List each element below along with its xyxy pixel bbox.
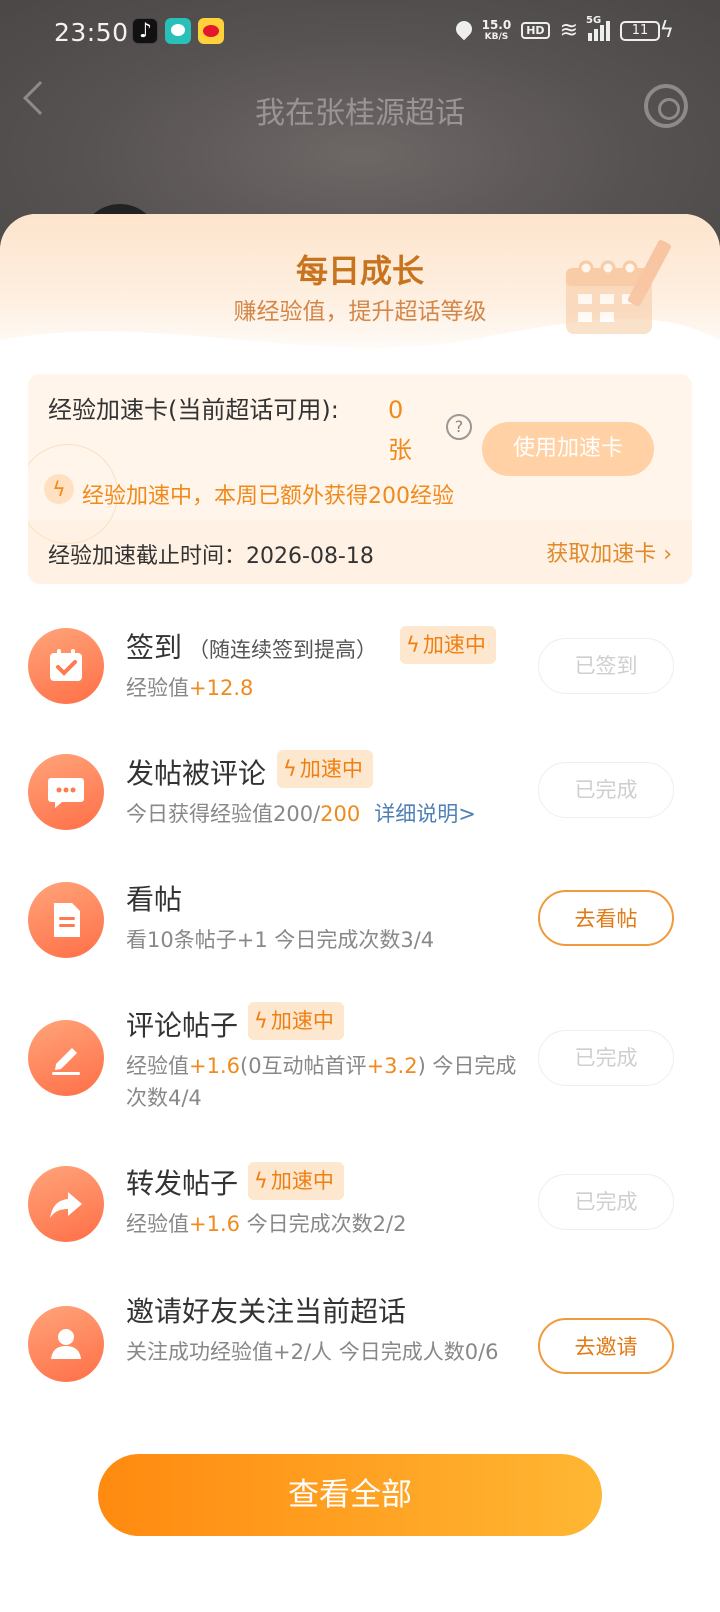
go-invite-button[interactable]: 去邀请 bbox=[538, 1318, 674, 1374]
completed-button[interactable]: 已完成 bbox=[538, 1030, 674, 1086]
checked-in-button[interactable]: 已签到 bbox=[538, 638, 674, 694]
charging-icon: ϟ bbox=[659, 18, 674, 43]
weibo-notification-icon bbox=[198, 18, 224, 44]
task-title: 发帖被评论 bbox=[126, 757, 267, 790]
boosting-badge-label: 加速中 bbox=[270, 1009, 334, 1033]
boosting-badge: ϟ 加速中 bbox=[248, 1002, 344, 1040]
status-bar: 23:50 15.0 KB/S HD ≋ 5G 11 ϟ bbox=[0, 0, 720, 64]
user-icon bbox=[28, 1306, 104, 1382]
boosting-badge-label: 加速中 bbox=[422, 633, 486, 657]
task-desc: 经验值+1.6 今日完成次数2/2 bbox=[126, 1208, 526, 1240]
boosting-badge: ϟ 加速中 bbox=[277, 750, 373, 788]
speed-card-footer: 经验加速截止时间：2026-08-18 获取加速卡 › bbox=[28, 520, 692, 584]
go-read-button[interactable]: 去看帖 bbox=[538, 890, 674, 946]
task-title: 转发帖子 bbox=[126, 1167, 239, 1200]
task-post-commented: 发帖被评论 ϟ 加速中 今日获得经验值200/200 详细说明> 已完成 bbox=[0, 744, 720, 854]
tiktok-notification-icon bbox=[132, 18, 158, 44]
task-exp-value: +1.6 bbox=[189, 1054, 240, 1078]
help-icon[interactable]: ? bbox=[446, 414, 472, 440]
battery-icon: 11 bbox=[620, 20, 660, 41]
task-title-note: （随连续签到提高） bbox=[188, 638, 378, 662]
deadline-label: 经验加速截止时间： bbox=[48, 544, 247, 569]
nav-bar: 我在张桂源超话 bbox=[0, 76, 720, 136]
boosting-badge-label: 加速中 bbox=[299, 757, 363, 781]
chat-bubble-icon bbox=[28, 754, 104, 830]
get-speed-card-link[interactable]: 获取加速卡 › bbox=[546, 536, 672, 568]
task-title: 签到 （随连续签到提高） bbox=[126, 626, 377, 666]
chevron-right-icon: › bbox=[656, 542, 672, 567]
boosting-text: 经验加速中，本周已额外获得200经验 bbox=[82, 484, 454, 509]
sheet-subtitle: 赚经验值，提升超话等级 bbox=[233, 299, 487, 325]
network-speed-value: 15.0 bbox=[481, 17, 512, 32]
lightning-icon: ϟ bbox=[283, 757, 297, 781]
view-all-button[interactable]: 查看全部 bbox=[98, 1454, 602, 1536]
network-speed-unit: KB/S bbox=[484, 31, 509, 42]
speed-card: 经验加速卡(当前超话可用): 0 张 ? 使用加速卡 ϟ 经验加速中，本周已额外… bbox=[28, 374, 692, 584]
task-desc-a: 经验值 bbox=[126, 1054, 189, 1078]
gear-icon[interactable] bbox=[644, 84, 688, 128]
share-arrow-icon bbox=[28, 1166, 104, 1242]
task-checkin: 签到 （随连续签到提高） ϟ 加速中 经验值+12.8 已签到 bbox=[0, 618, 720, 728]
deadline-date: 2026-08-18 bbox=[246, 544, 374, 569]
hd-badge: HD bbox=[521, 22, 550, 39]
task-title-text: 签到 bbox=[126, 631, 183, 664]
speed-card-count: 0 张 bbox=[388, 390, 428, 470]
boosting-badge-label: 加速中 bbox=[270, 1169, 334, 1193]
chat-notification-icon bbox=[165, 18, 191, 44]
lightning-icon: ϟ bbox=[406, 633, 420, 657]
task-desc: 经验值+12.8 bbox=[126, 672, 526, 704]
speed-card-count-unit: 张 bbox=[388, 436, 412, 464]
task-desc: 今日获得经验值200/200 详细说明> bbox=[126, 798, 546, 830]
task-title: 评论帖子 bbox=[126, 1009, 239, 1042]
get-speed-card-label: 获取加速卡 bbox=[546, 542, 657, 567]
task-desc-prefix: 经验值 bbox=[126, 676, 189, 700]
network-type: 5G bbox=[586, 14, 602, 26]
completed-button[interactable]: 已完成 bbox=[538, 762, 674, 818]
daily-growth-sheet: 每日成长 赚经验值，提升超话等级 经验加速卡(当前超话可用): 0 张 ? 使用… bbox=[0, 214, 720, 1612]
network-speed: 15.0 KB/S bbox=[482, 19, 512, 43]
deadline: 经验加速截止时间：2026-08-18 bbox=[48, 538, 374, 570]
status-indicators: 15.0 KB/S HD ≋ 5G 11 bbox=[456, 15, 660, 43]
task-exp-value: +1.6 bbox=[189, 1212, 240, 1236]
speed-card-top: 经验加速卡(当前超话可用): 0 张 ? 使用加速卡 ϟ 经验加速中，本周已额外… bbox=[28, 374, 692, 544]
lightning-icon: ϟ bbox=[254, 1009, 268, 1033]
document-icon bbox=[28, 882, 104, 958]
task-title: 看帖 bbox=[126, 883, 183, 916]
task-desc-c: 今日完成次数2/2 bbox=[240, 1212, 407, 1236]
task-comment-posts: 评论帖子 ϟ 加速中 经验值+1.6(0互动帖首评+3.2) 今日完成次数4/4 … bbox=[0, 1000, 720, 1130]
lightning-icon: ϟ bbox=[254, 1169, 268, 1193]
boosting-badge: ϟ 加速中 bbox=[248, 1162, 344, 1200]
details-link[interactable]: 详细说明> bbox=[374, 802, 476, 826]
speed-card-label: 经验加速卡(当前超话可用): bbox=[48, 396, 339, 424]
sheet-title: 每日成长 bbox=[295, 252, 424, 290]
task-desc-c: (0互动帖首评 bbox=[240, 1054, 367, 1078]
task-title: 邀请好友关注当前超话 bbox=[126, 1295, 407, 1328]
task-repost: 转发帖子 ϟ 加速中 经验值+1.6 今日完成次数2/2 已完成 bbox=[0, 1158, 720, 1268]
speed-card-count-value: 0 bbox=[388, 396, 404, 424]
task-desc: 经验值+1.6(0互动帖首评+3.2) 今日完成次数4/4 bbox=[126, 1050, 526, 1114]
cellular-signal: 5G bbox=[586, 15, 610, 41]
edit-pen-icon bbox=[28, 1020, 104, 1096]
task-read-posts: 看帖 看10条帖子+1 今日完成次数3/4 去看帖 bbox=[0, 874, 720, 984]
boosting-badge: ϟ 加速中 bbox=[400, 626, 496, 664]
calendar-check-icon bbox=[28, 628, 104, 704]
sheet-header: 每日成长 赚经验值，提升超话等级 bbox=[0, 214, 720, 370]
task-desc-prefix: 今日获得经验值200/ bbox=[126, 802, 321, 826]
location-icon bbox=[456, 21, 472, 41]
task-desc-a: 经验值 bbox=[126, 1212, 189, 1236]
task-desc: 关注成功经验值+2/人 今日完成人数0/6 bbox=[126, 1340, 499, 1364]
task-bonus-value: +3.2 bbox=[366, 1054, 418, 1078]
wifi-icon: ≋ bbox=[559, 18, 578, 43]
task-exp-value: 200 bbox=[320, 802, 361, 826]
task-desc: 看10条帖子+1 今日完成次数3/4 bbox=[126, 928, 435, 952]
task-exp-value: +12.8 bbox=[189, 676, 254, 700]
use-speed-card-button[interactable]: 使用加速卡 bbox=[482, 422, 654, 476]
lightning-icon: ϟ bbox=[44, 474, 74, 504]
completed-button[interactable]: 已完成 bbox=[538, 1174, 674, 1230]
status-time: 23:50 bbox=[54, 18, 129, 47]
battery-level: 11 bbox=[631, 22, 649, 38]
task-invite-friends: 邀请好友关注当前超话 关注成功经验值+2/人 今日完成人数0/6 去邀请 bbox=[0, 1288, 720, 1418]
page-title: 我在张桂源超话 bbox=[255, 96, 465, 131]
